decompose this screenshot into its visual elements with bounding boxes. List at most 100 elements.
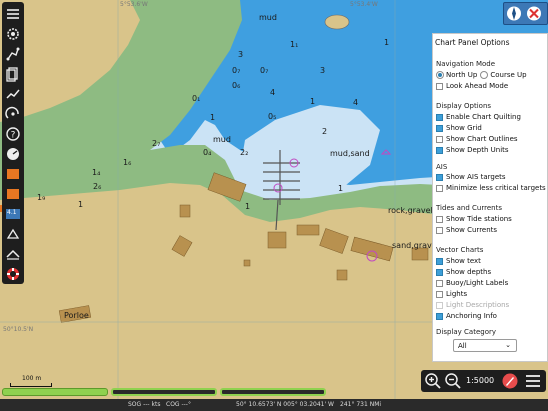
look-ahead-checkbox[interactable] — [436, 82, 443, 90]
minimize-targets-checkbox[interactable] — [436, 184, 443, 192]
look-ahead-label[interactable]: Look Ahead Mode — [446, 82, 508, 90]
chart-quilting-label[interactable]: Enable Chart Quilting — [446, 113, 521, 121]
north-up-label[interactable]: North Up — [446, 71, 477, 79]
zoom-in-icon[interactable] — [424, 372, 442, 390]
option-row[interactable]: Show Depth Units — [436, 145, 509, 155]
course-up-label[interactable]: Course Up — [490, 71, 526, 79]
minimize-targets-label[interactable]: Minimize less critical targets — [446, 184, 546, 192]
option-row[interactable]: Show depths — [436, 267, 491, 277]
currents-checkbox[interactable] — [436, 226, 443, 234]
option-row[interactable]: Show Chart Outlines — [436, 134, 518, 144]
option-row[interactable]: Show Grid — [436, 123, 482, 133]
depth-sounding: 4 — [270, 88, 276, 97]
cog-readout: COG ---° — [166, 401, 191, 408]
left-toolbar: ? 4.1 — [2, 2, 24, 284]
chart-quilting-checkbox[interactable] — [436, 113, 443, 121]
depth-sounding: 1₄ — [92, 168, 101, 177]
tide-icon[interactable] — [3, 104, 23, 123]
zoom-out-icon[interactable] — [444, 372, 462, 390]
depth-sounding: 0₇ — [232, 66, 241, 75]
piano-key-chart-3[interactable] — [220, 388, 326, 396]
lights-checkbox[interactable] — [436, 290, 443, 298]
show-depths-checkbox[interactable] — [436, 268, 443, 276]
option-row[interactable]: Enable Chart Quilting — [436, 112, 521, 122]
piano-key-chart-2[interactable] — [111, 388, 217, 396]
depth-units-label[interactable]: Show Depth Units — [446, 146, 509, 154]
depth-sounding: 1₉ — [37, 193, 46, 202]
buoy-labels-checkbox[interactable] — [436, 279, 443, 287]
show-depths-label[interactable]: Show depths — [446, 268, 491, 276]
option-row: Light Descriptions — [436, 300, 509, 310]
sog-readout: SOG --- kts — [128, 401, 161, 408]
ais-icon[interactable] — [3, 244, 23, 263]
depth-sounding: 1 — [338, 184, 344, 193]
depth-sounding: 1₁ — [290, 40, 299, 49]
menu-icon[interactable] — [524, 373, 542, 389]
depth-sounding: 2 — [322, 127, 328, 136]
porloe-label: Porloe — [64, 311, 89, 320]
depth-sounding: 1 — [78, 200, 84, 209]
show-text-label[interactable]: Show text — [446, 257, 481, 265]
show-ais-label[interactable]: Show AIS targets — [446, 173, 506, 181]
lights-label[interactable]: Lights — [446, 290, 467, 298]
compass-icon — [507, 6, 541, 21]
display-category-select[interactable]: All ⌄ — [453, 339, 517, 352]
tide-stations-checkbox[interactable] — [436, 215, 443, 223]
depth-sounding: 0₇ — [260, 66, 269, 75]
follow-ship-icon[interactable] — [501, 372, 519, 390]
ais-heading: AIS — [436, 163, 448, 171]
show-ais-checkbox[interactable] — [436, 173, 443, 181]
depth-sounding: 3 — [238, 50, 244, 59]
mud-label-left: mud — [213, 135, 231, 144]
option-row[interactable]: Show text — [436, 256, 481, 266]
route-icon[interactable] — [3, 44, 23, 63]
depth-sounding: 3 — [320, 66, 326, 75]
option-row[interactable]: Anchoring Info — [436, 311, 497, 321]
depth-sounding: 0₅ — [268, 112, 277, 121]
vector-charts-heading: Vector Charts — [436, 246, 484, 254]
mud-label-top: mud — [259, 13, 277, 22]
show-grid-checkbox[interactable] — [436, 124, 443, 132]
option-row[interactable]: Show Tide stations — [436, 214, 512, 224]
chart2-icon[interactable] — [3, 184, 23, 203]
option-row[interactable]: Show AIS targets — [436, 172, 506, 182]
currents-label[interactable]: Show Currents — [446, 226, 497, 234]
course-up-radio[interactable] — [480, 71, 489, 79]
depth-sounding: 2₂ — [240, 148, 249, 157]
option-row[interactable]: Minimize less critical targets — [436, 183, 546, 193]
help-icon[interactable]: ? — [3, 124, 23, 143]
anchoring-info-label[interactable]: Anchoring Info — [446, 312, 497, 320]
show-grid-label[interactable]: Show Grid — [446, 124, 482, 132]
option-row[interactable]: Buoy/Light Labels — [436, 278, 508, 288]
north-up-radio[interactable] — [436, 71, 444, 79]
depth-units-checkbox[interactable] — [436, 146, 443, 154]
quilt-icon[interactable]: 4.1 — [3, 204, 23, 223]
settings-icon[interactable] — [3, 24, 23, 43]
light-descriptions-checkbox — [436, 301, 443, 309]
chart-outlines-checkbox[interactable] — [436, 135, 443, 143]
option-row[interactable]: Lights — [436, 289, 467, 299]
menu-icon[interactable] — [3, 4, 23, 23]
look-ahead-row[interactable]: Look Ahead Mode — [436, 81, 508, 91]
coord-label-top-2: 5°53.4'W — [350, 1, 378, 8]
scale-bar-label: 100 m — [22, 375, 42, 382]
depth-sounding: 1 — [245, 202, 251, 211]
buoy-labels-label[interactable]: Buoy/Light Labels — [446, 279, 508, 287]
bearing-readout: 241° 731 NMi — [340, 401, 382, 408]
chart-outlines-label[interactable]: Show Chart Outlines — [446, 135, 518, 143]
compass-widget[interactable] — [503, 2, 548, 25]
track-icon[interactable] — [3, 84, 23, 103]
depth-sounding: 0₄ — [203, 148, 212, 157]
mud-sand-label: mud,sand — [330, 149, 370, 158]
chart-icon[interactable] — [3, 164, 23, 183]
piano-key-chart-1[interactable] — [2, 388, 108, 396]
dashboard-icon[interactable] — [3, 144, 23, 163]
show-text-checkbox[interactable] — [436, 257, 443, 265]
tide-stations-label[interactable]: Show Tide stations — [446, 215, 512, 223]
copy-icon[interactable] — [3, 64, 23, 83]
lifebuoy-icon[interactable] — [3, 264, 23, 283]
option-row[interactable]: Show Currents — [436, 225, 497, 235]
mob-icon[interactable] — [3, 224, 23, 243]
anchoring-info-checkbox[interactable] — [436, 312, 443, 320]
nav-mode-heading: Navigation Mode — [436, 60, 496, 68]
